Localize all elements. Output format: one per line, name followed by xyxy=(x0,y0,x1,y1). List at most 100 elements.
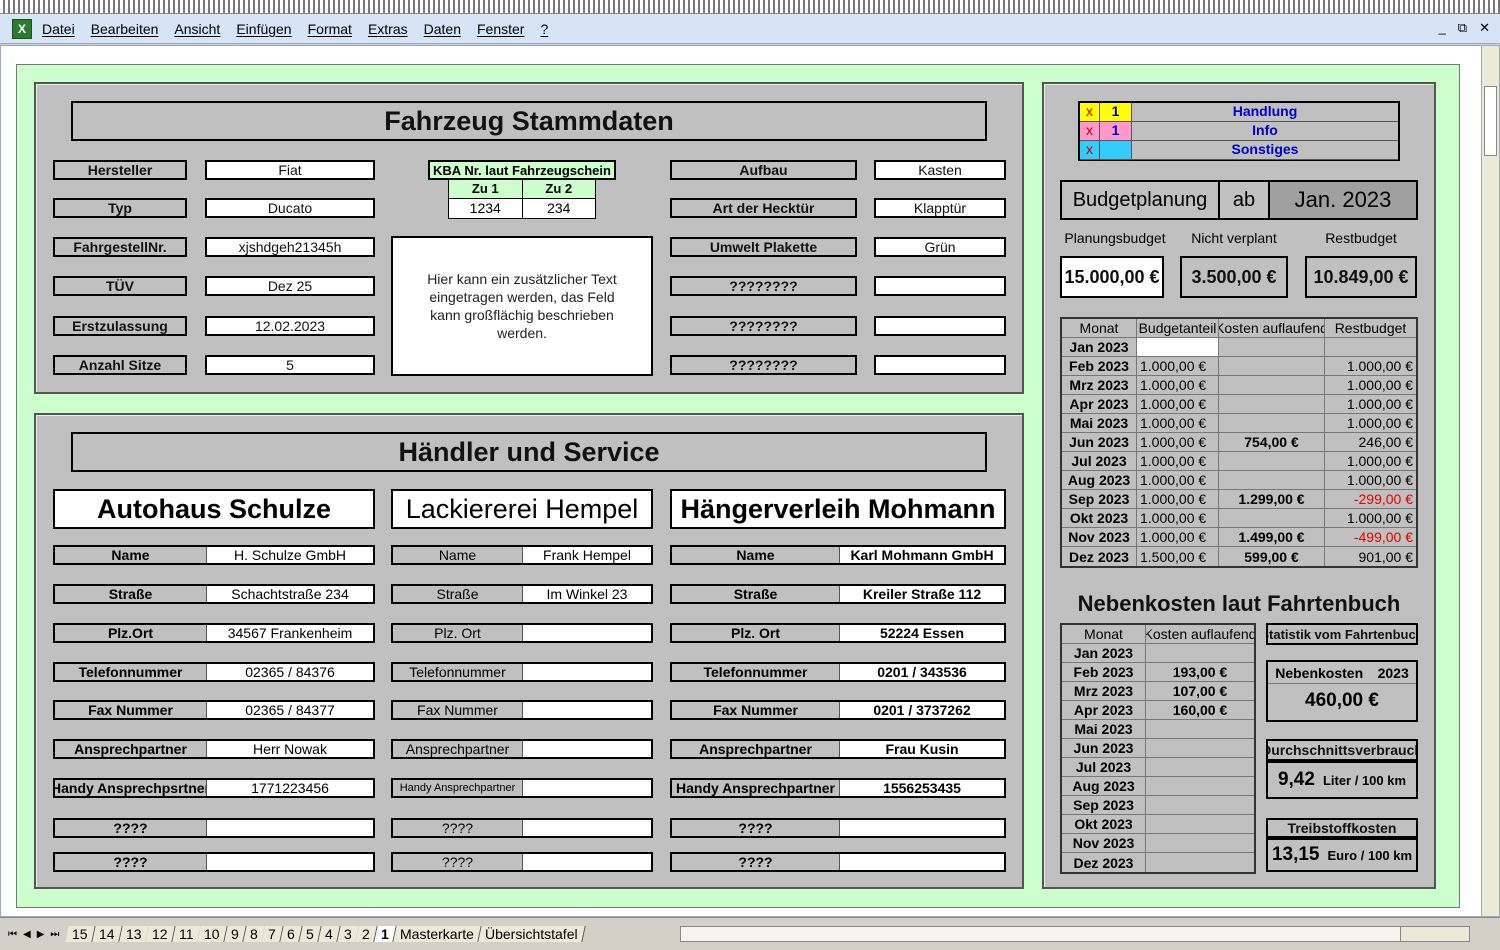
stammdaten-right-value-5[interactable] xyxy=(874,355,1006,375)
sheet-tab[interactable]: 10 xyxy=(197,926,228,942)
table-cell[interactable] xyxy=(1219,452,1325,470)
dealer-field-value[interactable] xyxy=(523,780,651,796)
budget-start-month[interactable]: Jan. 2023 xyxy=(1270,182,1416,218)
stammdaten-right-value-4[interactable] xyxy=(874,316,1006,336)
dealer-2-row-6[interactable]: Handy Ansprechpartner 1556253435 xyxy=(670,778,1006,798)
dealer-0-row-8[interactable]: ???? xyxy=(53,852,375,872)
table-cell[interactable]: 1.000,00 € xyxy=(1325,357,1416,375)
dealer-0-row-0[interactable]: Name H. Schulze GmbH xyxy=(53,545,375,565)
table-cell[interactable] xyxy=(1146,720,1254,738)
table-cell[interactable] xyxy=(1146,644,1254,662)
dealer-field-value[interactable] xyxy=(523,664,651,680)
table-cell[interactable] xyxy=(1219,414,1325,432)
stammdaten-value-1[interactable]: Ducato xyxy=(205,198,375,218)
scroll-thumb[interactable] xyxy=(1484,86,1497,156)
table-cell[interactable] xyxy=(1146,777,1254,795)
sheet-tab[interactable]: 13 xyxy=(118,926,149,942)
table-cell[interactable]: 1.000,00 € xyxy=(1325,414,1416,432)
table-cell[interactable]: 1.000,00 € xyxy=(1137,509,1219,527)
table-cell[interactable] xyxy=(1219,509,1325,527)
menu-item-0[interactable]: Datei xyxy=(42,21,75,37)
table-cell[interactable]: 1.000,00 € xyxy=(1137,471,1219,489)
table-cell[interactable] xyxy=(1146,834,1254,852)
table-cell[interactable]: 1.000,00 € xyxy=(1137,452,1219,470)
table-cell[interactable]: 1.000,00 € xyxy=(1325,452,1416,470)
dealer-1-row-4[interactable]: Fax Nummer xyxy=(391,700,653,720)
table-cell[interactable]: 160,00 € xyxy=(1146,701,1254,719)
restore-icon[interactable]: ⧉ xyxy=(1458,20,1467,36)
dealer-field-value[interactable] xyxy=(207,820,373,836)
dealer-field-value[interactable]: 0201 / 343536 xyxy=(840,664,1004,680)
table-cell[interactable] xyxy=(1146,758,1254,776)
dealer-2-row-8[interactable]: ???? xyxy=(670,852,1006,872)
table-cell[interactable]: 1.000,00 € xyxy=(1325,471,1416,489)
dealer-field-value[interactable]: 1556253435 xyxy=(840,780,1004,796)
minimize-icon[interactable]: _ xyxy=(1439,20,1446,36)
dealer-field-value[interactable] xyxy=(840,820,1004,836)
dealer-2-row-3[interactable]: Telefonnummer 0201 / 343536 xyxy=(670,662,1006,682)
table-cell[interactable]: 1.000,00 € xyxy=(1137,376,1219,394)
dealer-2-row-5[interactable]: Ansprechpartner Frau Kusin xyxy=(670,739,1006,759)
stammdaten-value-5[interactable]: 5 xyxy=(205,355,375,375)
table-cell[interactable]: 1.000,00 € xyxy=(1325,376,1416,394)
table-cell[interactable]: 901,00 € xyxy=(1325,547,1416,566)
table-cell[interactable] xyxy=(1219,338,1325,356)
dealer-field-value[interactable]: H. Schulze GmbH xyxy=(207,547,373,563)
stammdaten-value-3[interactable]: Dez 25 xyxy=(205,276,375,296)
table-cell[interactable]: 1.000,00 € xyxy=(1137,433,1219,451)
menu-item-8[interactable]: ? xyxy=(540,21,548,37)
dealer-0-row-7[interactable]: ???? xyxy=(53,818,375,838)
stammdaten-right-value-1[interactable]: Klapptür xyxy=(874,198,1006,218)
dealer-0-row-5[interactable]: Ansprechpartner Herr Nowak xyxy=(53,739,375,759)
dealer-0-row-4[interactable]: Fax Nummer 02365 / 84377 xyxy=(53,700,375,720)
dealer-field-value[interactable] xyxy=(523,741,651,757)
dealer-field-value[interactable]: Kreiler Straße 112 xyxy=(840,586,1004,602)
menu-item-4[interactable]: Format xyxy=(308,21,352,37)
dealer-1-row-1[interactable]: Straße Im Winkel 23 xyxy=(391,584,653,604)
stammdaten-value-0[interactable]: Fiat xyxy=(205,160,375,180)
menu-item-3[interactable]: Einfügen xyxy=(236,21,291,37)
dealer-field-value[interactable]: Frank Hempel xyxy=(523,547,651,563)
dealer-field-value[interactable]: Im Winkel 23 xyxy=(523,586,651,602)
dealer-field-value[interactable]: 1771223456 xyxy=(207,780,373,796)
h-scroll-thumb[interactable] xyxy=(681,927,1401,941)
dealer-1-row-7[interactable]: ???? xyxy=(391,818,653,838)
table-cell[interactable] xyxy=(1219,395,1325,413)
tab-nav-icon-3[interactable]: ⏭ xyxy=(50,929,59,940)
table-cell[interactable] xyxy=(1219,357,1325,375)
table-cell[interactable]: 754,00 € xyxy=(1219,433,1325,451)
table-cell[interactable]: 1.000,00 € xyxy=(1137,395,1219,413)
stammdaten-value-4[interactable]: 12.02.2023 xyxy=(205,316,375,336)
dealer-2-row-1[interactable]: Straße Kreiler Straße 112 xyxy=(670,584,1006,604)
dealer-field-value[interactable]: 02365 / 84377 xyxy=(207,702,373,718)
menu-item-5[interactable]: Extras xyxy=(368,21,408,37)
dealer-2-row-7[interactable]: ???? xyxy=(670,818,1006,838)
dealer-field-value[interactable] xyxy=(840,854,1004,870)
dealer-2-row-2[interactable]: Plz. Ort 52224 Essen xyxy=(670,623,1006,643)
table-cell[interactable] xyxy=(1146,739,1254,757)
dealer-field-value[interactable]: Schachtstraße 234 xyxy=(207,586,373,602)
table-cell[interactable]: 1.000,00 € xyxy=(1137,357,1219,375)
dealer-0-row-1[interactable]: Straße Schachtstraße 234 xyxy=(53,584,375,604)
dealer-1-row-6[interactable]: Handy Ansprechpartner xyxy=(391,778,653,798)
table-cell[interactable] xyxy=(1146,853,1254,872)
vertical-scrollbar[interactable] xyxy=(1481,46,1499,916)
dealer-field-value[interactable]: Frau Kusin xyxy=(840,741,1004,757)
dealer-1-row-3[interactable]: Telefonnummer xyxy=(391,662,653,682)
note-textbox[interactable]: Hier kann ein zusätzlicher Text eingetra… xyxy=(391,236,653,376)
dealer-field-value[interactable]: 34567 Frankenheim xyxy=(207,625,373,641)
close-icon[interactable]: ✕ xyxy=(1479,20,1490,36)
menu-item-7[interactable]: Fenster xyxy=(477,21,524,37)
table-cell[interactable] xyxy=(1137,338,1219,356)
sheet-tab[interactable]: 12 xyxy=(145,926,176,942)
stammdaten-right-value-3[interactable] xyxy=(874,276,1006,296)
stammdaten-right-value-2[interactable]: Grün xyxy=(874,237,1006,257)
dealer-0-row-3[interactable]: Telefonnummer 02365 / 84376 xyxy=(53,662,375,682)
dealer-field-value[interactable]: Karl Mohmann GmbH xyxy=(840,547,1004,563)
table-cell[interactable]: 107,00 € xyxy=(1146,682,1254,700)
dealer-field-value[interactable] xyxy=(207,854,373,870)
dealer-field-value[interactable]: 52224 Essen xyxy=(840,625,1004,641)
sheet-tab[interactable]: Übersichtstafel xyxy=(478,926,586,942)
dealer-2-row-0[interactable]: Name Karl Mohmann GmbH xyxy=(670,545,1006,565)
table-cell[interactable]: 246,00 € xyxy=(1325,433,1416,451)
